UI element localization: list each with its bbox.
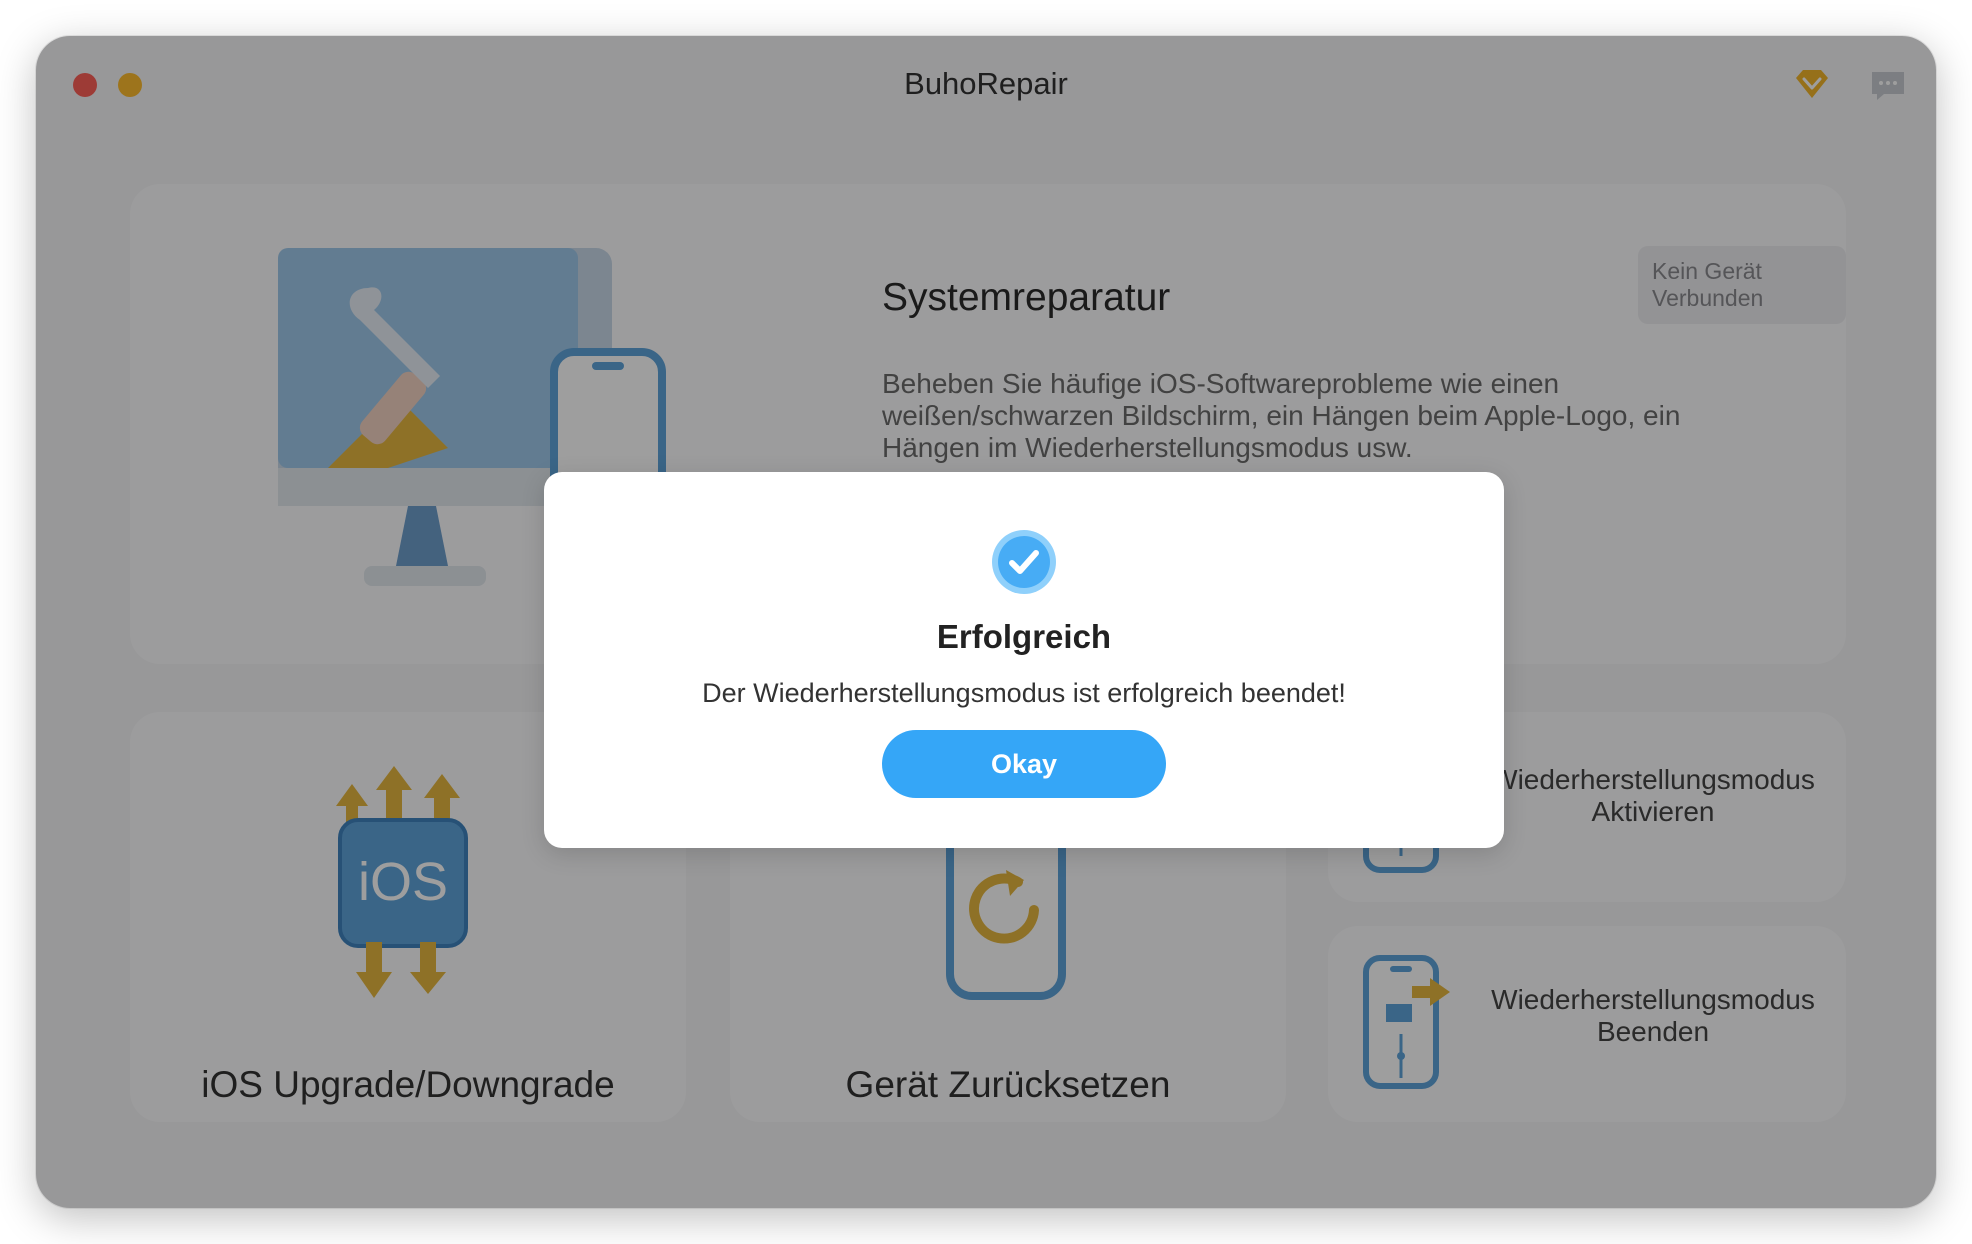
app-window: BuhoRepair Kein Gerät Verbunden Systemre… <box>36 36 1936 1208</box>
success-dialog: Erfolgreich Der Wiederherstellungsmodus … <box>544 472 1504 848</box>
dialog-message: Der Wiederherstellungsmodus ist erfolgre… <box>702 678 1346 708</box>
okay-button[interactable]: Okay <box>882 730 1166 798</box>
checkmark-success-icon <box>992 530 1056 594</box>
dialog-title: Erfolgreich <box>936 618 1112 655</box>
